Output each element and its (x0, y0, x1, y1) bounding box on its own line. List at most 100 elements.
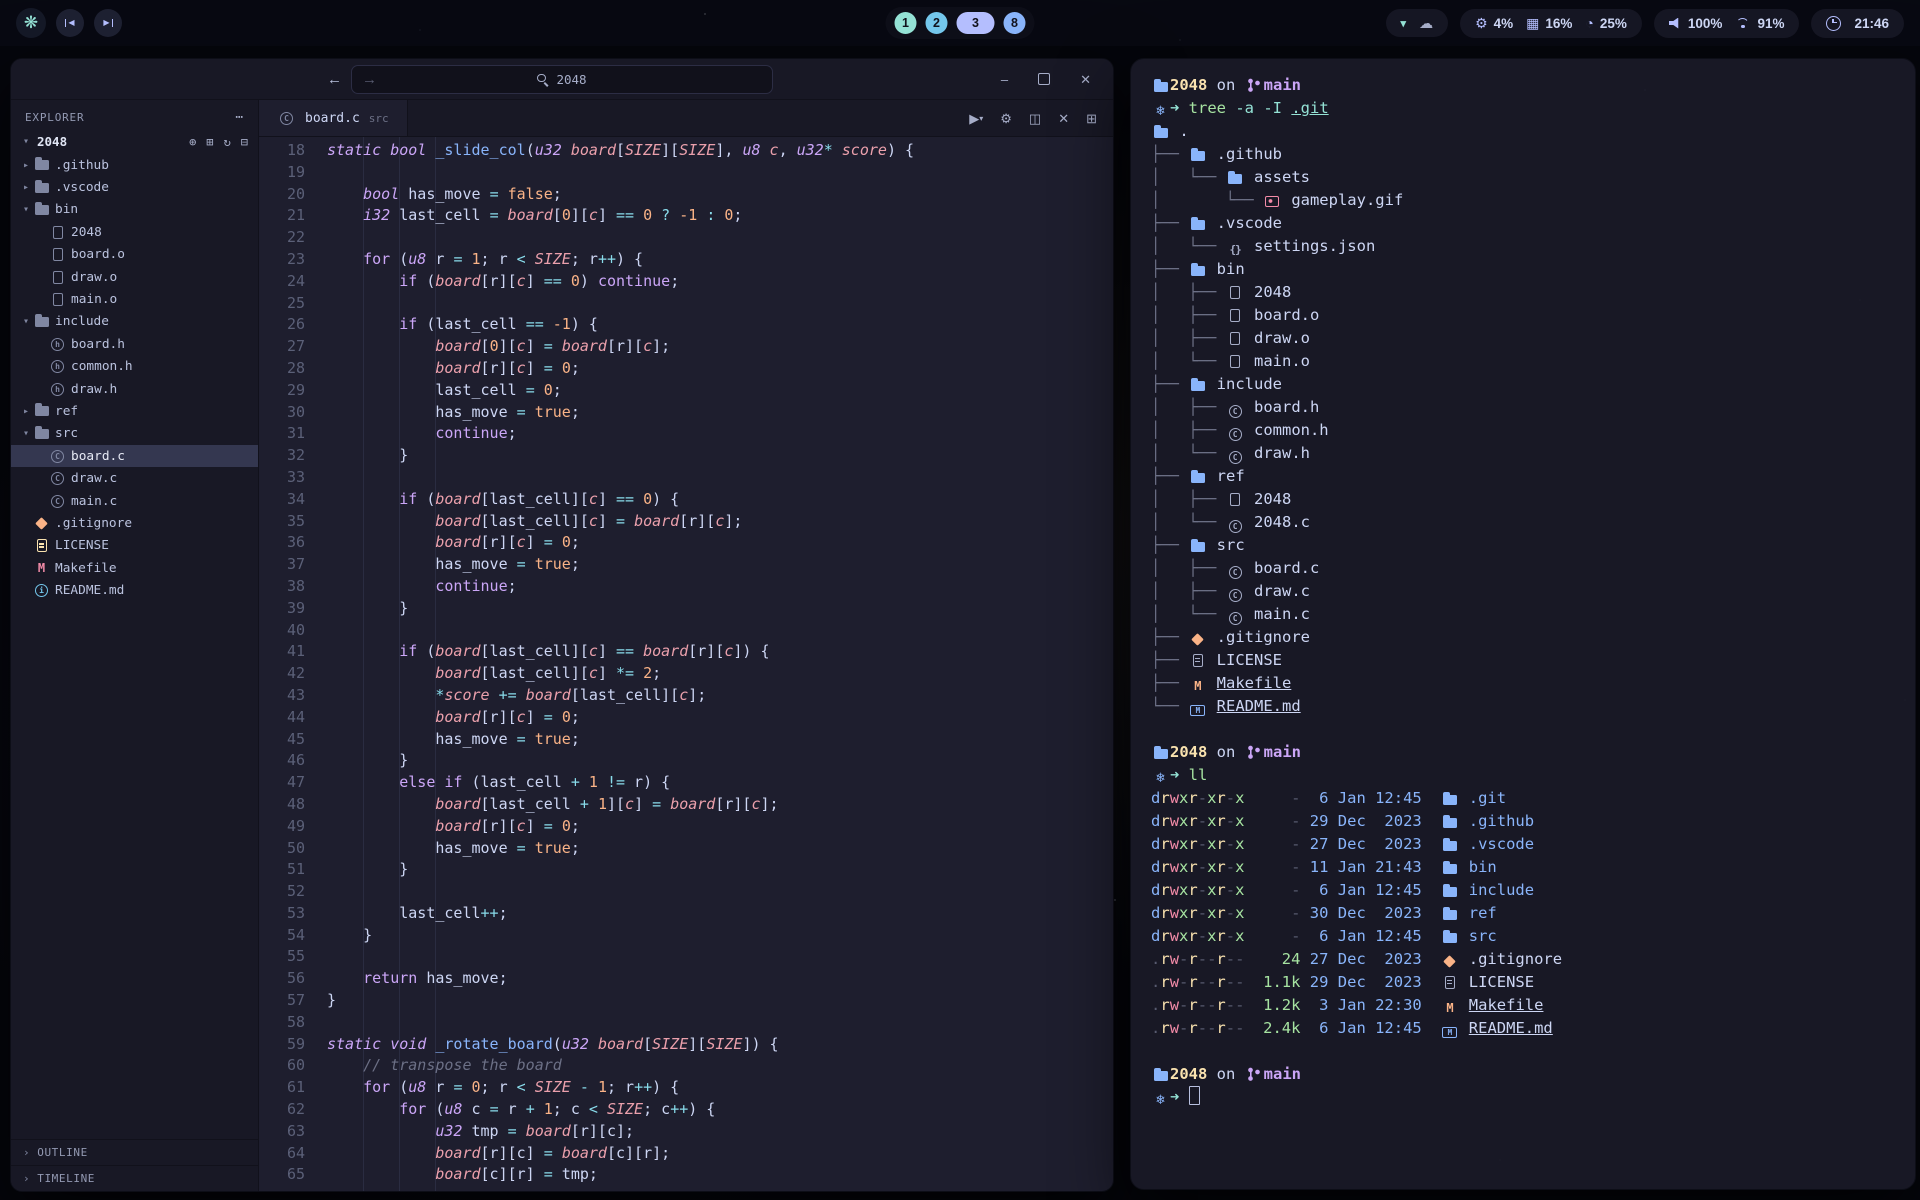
refresh-icon[interactable]: ↻ (224, 135, 231, 149)
workspace-3[interactable]: 3 (957, 12, 995, 34)
memory-value: 16% (1545, 16, 1572, 31)
memory-icon: ▦ (1526, 16, 1539, 30)
project-row[interactable]: ▾ 2048 ⊕ ⊞ ↻ ⊟ (11, 131, 258, 152)
code-line-49: 49 board[r][c] = 0; (259, 816, 1113, 838)
code-line-60: 60 // transpose the board (259, 1055, 1113, 1077)
tree-item-board.c[interactable]: board.c (11, 445, 258, 467)
terminal-window[interactable]: 2048 on main➜ tree -a -I .git .├── .gith… (1130, 58, 1916, 1190)
tree-item-include[interactable]: ▾include (11, 311, 258, 333)
chevron-down-icon: ▾ (19, 136, 33, 147)
tree-item-main.o[interactable]: main.o (11, 288, 258, 310)
cpu-icon: ⚙ (1475, 16, 1488, 30)
top-bar: ❋ ◀ ▶ 1238 ▾ ☁ ⚙4% ▦ 16% ◔25% 100% 91% 21… (0, 0, 1920, 46)
clock-widget[interactable]: 21:46 (1811, 9, 1904, 38)
tree-item-2048[interactable]: 2048 (11, 221, 258, 243)
tab-board-c[interactable]: board.c src (259, 100, 408, 136)
tab-bar: board.c src ▶▾ ⚙ ◫ ✕ ⊞ (259, 100, 1113, 137)
code-line-38: 38 continue; (259, 576, 1113, 598)
tree-item-board.h[interactable]: board.h (11, 333, 258, 355)
tree-item-LICENSE[interactable]: LICENSE (11, 535, 258, 557)
terminal-line: 2048 on main (1151, 1063, 1895, 1086)
tree-item-Makefile[interactable]: Makefile (11, 557, 258, 579)
editor-titlebar[interactable]: ← → 2048 – ✕ (11, 59, 1113, 100)
terminal-line: ├── bin (1151, 258, 1895, 281)
md-icon (1188, 703, 1207, 718)
tree-item-.github[interactable]: ▸.github (11, 154, 258, 176)
tree-item-draw.o[interactable]: draw.o (11, 266, 258, 288)
system-stats-widget[interactable]: ⚙4% ▦ 16% ◔25% (1460, 9, 1642, 38)
terminal-line: drwxr-xr-x - 30 Dec 2023 ref (1151, 902, 1895, 925)
terminal-line: │ ├── draw.o (1151, 327, 1895, 350)
code-line-29: 29 last_cell = 0; (259, 380, 1113, 402)
split-editor-icon[interactable]: ◫ (1029, 112, 1041, 125)
code-line-50: 50 has_move = true; (259, 838, 1113, 860)
launcher-logo-icon[interactable]: ❋ (16, 8, 46, 38)
terminal-line: ➜ (1151, 1086, 1895, 1109)
code-line-28: 28 board[r][c] = 0; (259, 358, 1113, 380)
audio-network-widget[interactable]: 100% 91% (1654, 9, 1800, 38)
disk-stat: ◔25% (1585, 16, 1627, 31)
cpu-stat: ⚙4% (1475, 16, 1513, 31)
folder-icon (1440, 793, 1459, 808)
editor-main: board.c src ▶▾ ⚙ ◫ ✕ ⊞ 18static bool _sl… (259, 100, 1113, 1191)
back-arrow-icon[interactable]: ← (327, 71, 342, 88)
git-icon (1440, 954, 1459, 969)
wifi-icon (1735, 17, 1751, 29)
forward-arrow-icon[interactable]: → (362, 71, 377, 88)
folder-icon (1188, 471, 1207, 486)
tree-item-board.o[interactable]: board.o (11, 244, 258, 266)
tree-item-src[interactable]: ▾src (11, 423, 258, 445)
code-line-36: 36 board[r][c] = 0; (259, 532, 1113, 554)
code-line-61: 61 for (u8 r = 0; r < SIZE - 1; r++) { (259, 1077, 1113, 1099)
m-icon (33, 561, 50, 576)
timeline-panel[interactable]: › TIMELINE (11, 1165, 258, 1191)
tree-item-ref[interactable]: ▸ref (11, 400, 258, 422)
tree-item-README.md[interactable]: README.md (11, 579, 258, 601)
terminal-line (1151, 1040, 1895, 1063)
weather-widget[interactable]: ▾ ☁ (1386, 9, 1449, 37)
settings-icon[interactable]: ⚙ (1000, 112, 1012, 125)
memory-stat: ▦ 16% (1526, 16, 1572, 31)
workspace-8[interactable]: 8 (1004, 12, 1026, 34)
maximize-button[interactable] (1038, 73, 1050, 85)
folder-icon (1440, 839, 1459, 854)
clock-value: 21:46 (1854, 16, 1889, 31)
terminal-line: .rw-r--r-- 24 27 Dec 2023 .gitignore (1151, 948, 1895, 971)
tree-item-common.h[interactable]: common.h (11, 356, 258, 378)
minimize-button[interactable]: – (1001, 73, 1008, 86)
tree-item-main.c[interactable]: main.c (11, 490, 258, 512)
code-line-30: 30 has_move = true; (259, 402, 1113, 424)
tree-item-bin[interactable]: ▾bin (11, 199, 258, 221)
media-next-button[interactable]: ▶ (94, 9, 122, 37)
close-button[interactable]: ✕ (1080, 73, 1091, 86)
code-line-51: 51 } (259, 859, 1113, 881)
code-line-39: 39 } (259, 598, 1113, 620)
tree-item-.gitignore[interactable]: .gitignore (11, 512, 258, 534)
run-button[interactable]: ▶▾ (969, 112, 983, 125)
media-prev-button[interactable]: ◀ (56, 9, 84, 37)
outline-panel[interactable]: › OUTLINE (11, 1139, 258, 1165)
command-center-search[interactable]: 2048 (351, 65, 773, 94)
code-area[interactable]: 18static bool _slide_col(u32 board[SIZE]… (259, 137, 1113, 1191)
bin-icon (1226, 308, 1245, 323)
explorer-more-icon[interactable]: ⋯ (235, 110, 244, 125)
code-line-44: 44 board[r][c] = 0; (259, 707, 1113, 729)
new-folder-icon[interactable]: ⊞ (206, 135, 213, 149)
disk-value: 25% (1600, 16, 1627, 31)
new-file-icon[interactable]: ⊕ (189, 135, 196, 149)
tree-item-draw.h[interactable]: draw.h (11, 378, 258, 400)
code-lines: 18static bool _slide_col(u32 board[SIZE]… (259, 140, 1113, 1186)
folder-icon (33, 426, 50, 441)
code-line-59: 59static void _rotate_board(u32 board[SI… (259, 1034, 1113, 1056)
code-line-43: 43 *score += board[last_cell][c]; (259, 685, 1113, 707)
timeline-label: TIMELINE (37, 1172, 95, 1185)
workspace-2[interactable]: 2 (926, 12, 948, 34)
workspace-1[interactable]: 1 (895, 12, 917, 34)
terminal-line: 2048 on main (1151, 741, 1895, 764)
snow-icon (1151, 104, 1170, 119)
tree-item-draw.c[interactable]: draw.c (11, 467, 258, 489)
tree-item-.vscode[interactable]: ▸.vscode (11, 176, 258, 198)
collapse-folders-icon[interactable]: ⊟ (241, 135, 248, 149)
layout-icon[interactable]: ⊞ (1086, 112, 1097, 125)
close-editor-icon[interactable]: ✕ (1058, 112, 1069, 125)
